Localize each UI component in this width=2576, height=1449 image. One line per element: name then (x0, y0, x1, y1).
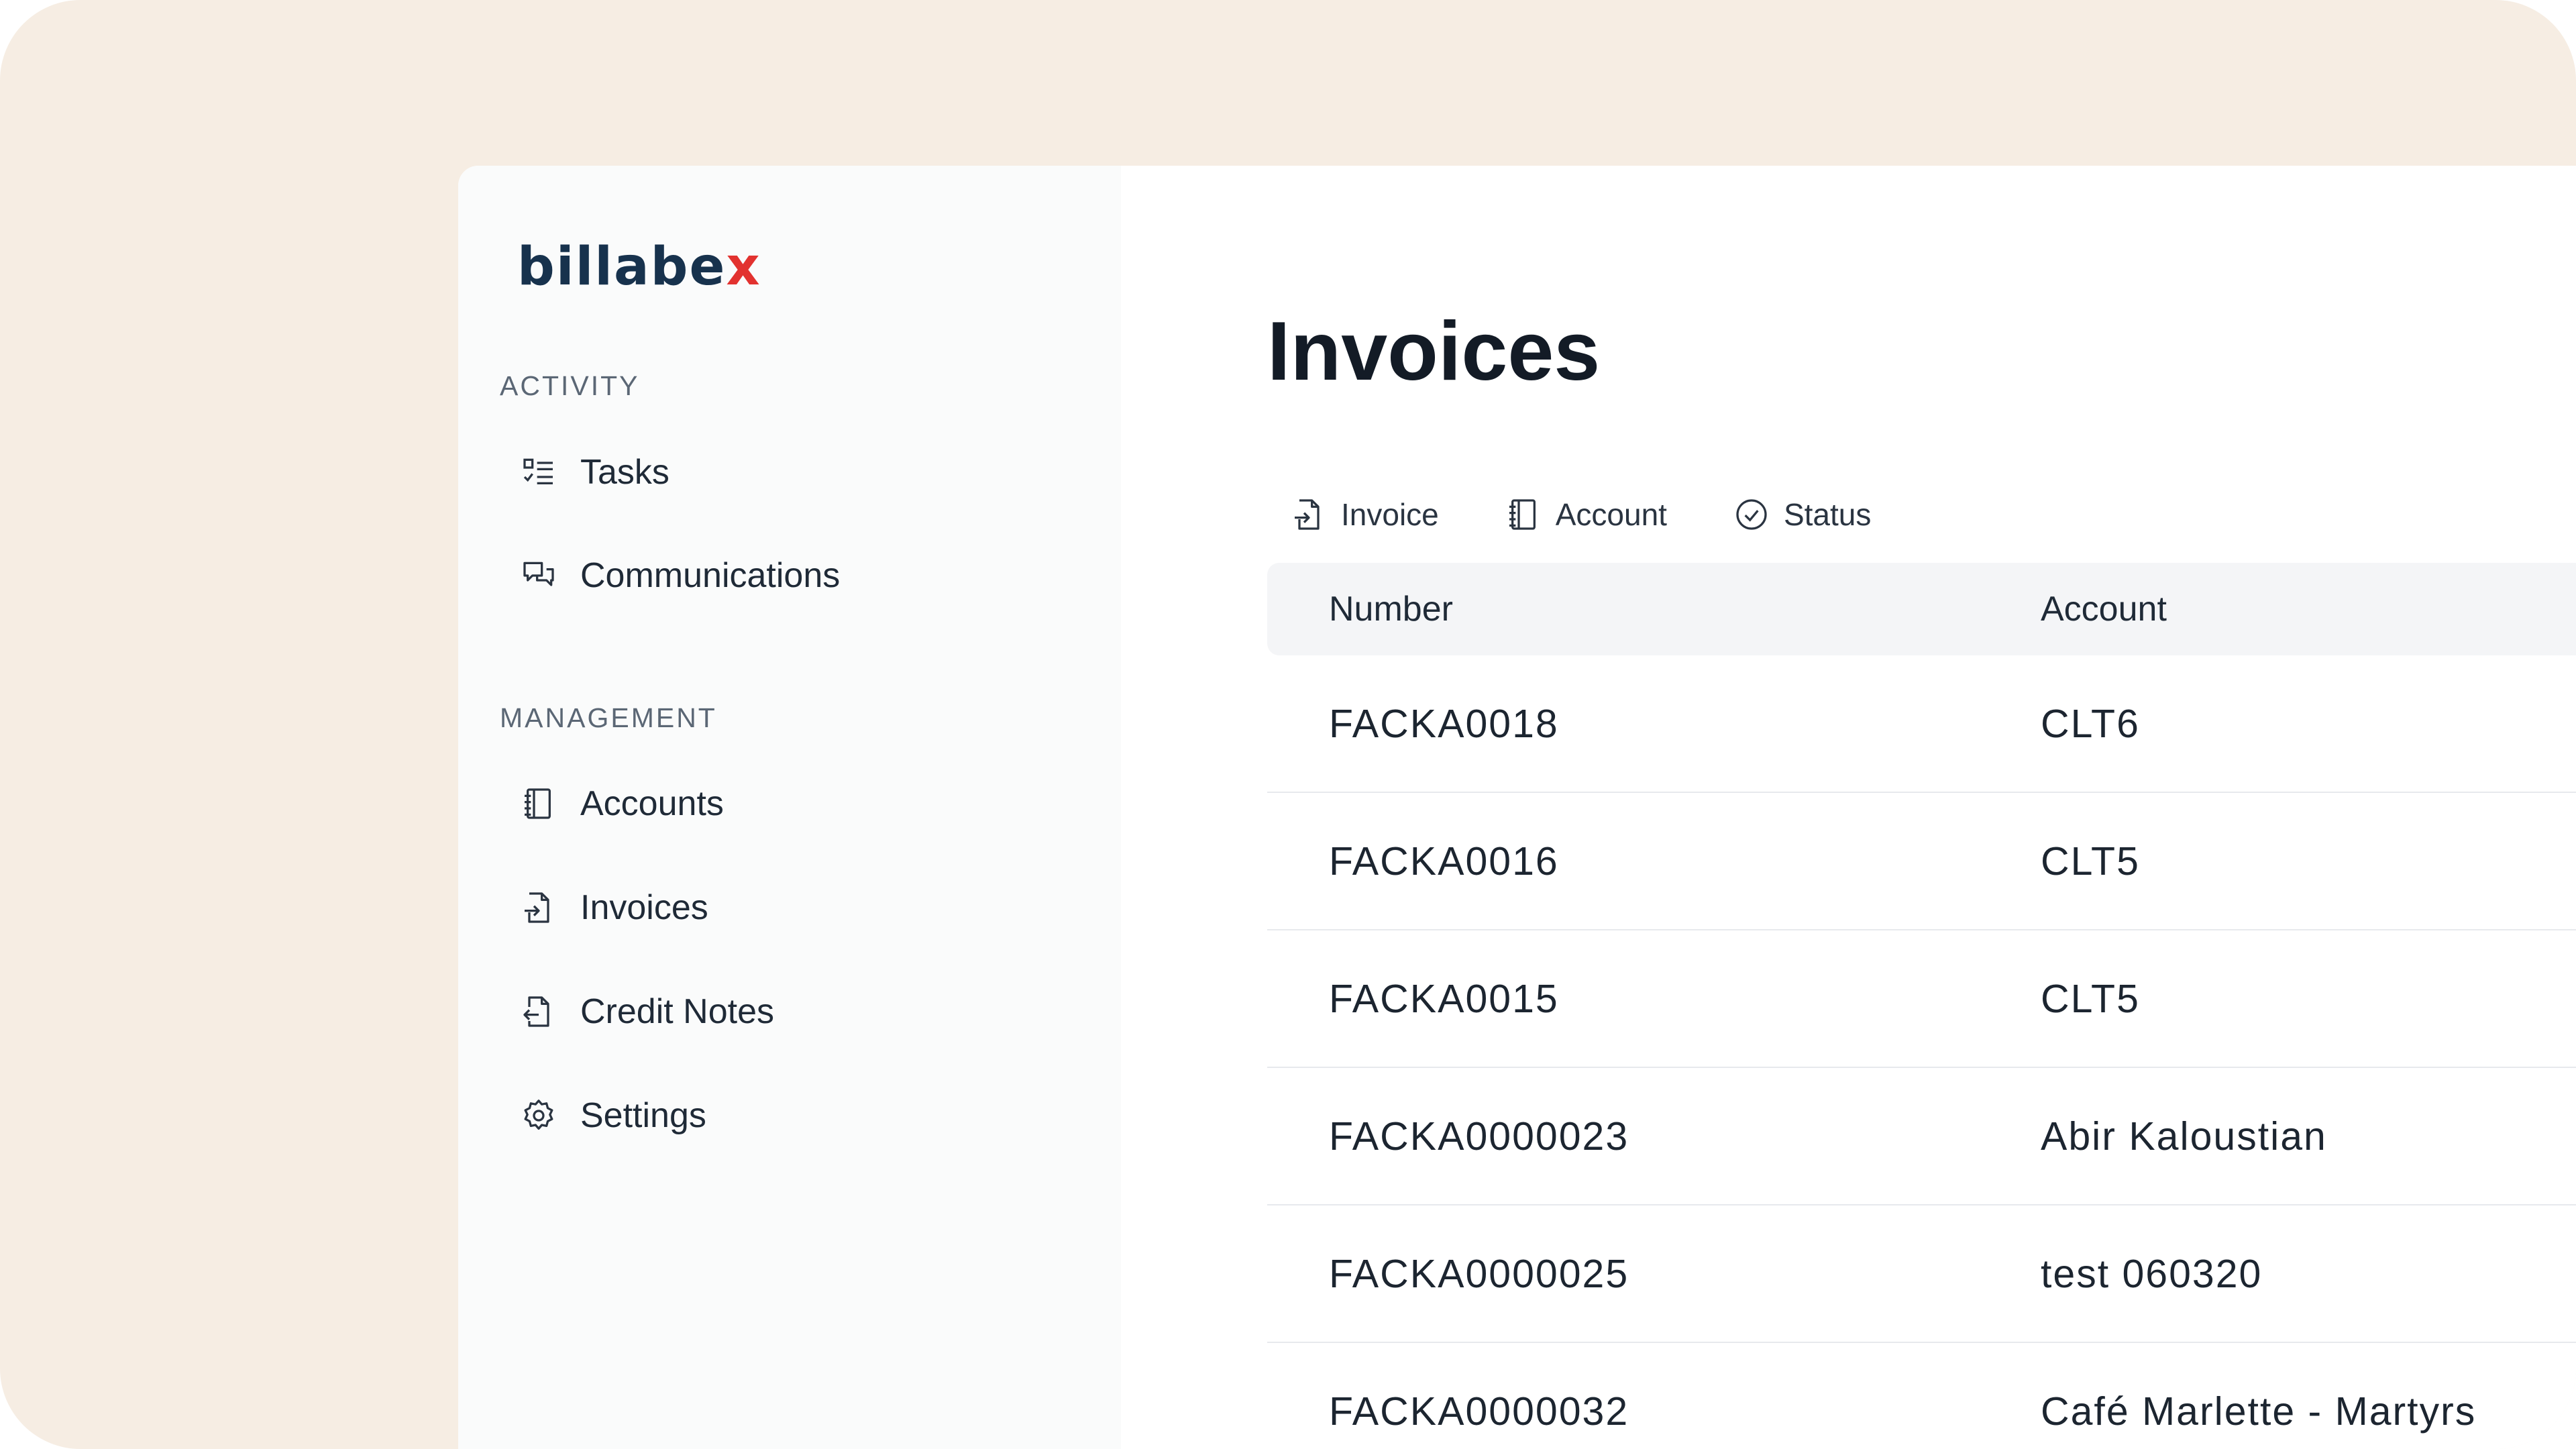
sidebar-item-label: Tasks (580, 452, 669, 492)
cell-number: FACKA0018 (1329, 701, 1559, 747)
invoices-table: Number Account FACKA0018 CLT6 FACKA0016 … (1267, 563, 2576, 1449)
cell-account: CLT6 (2041, 701, 2140, 747)
sidebar-item-tasks[interactable]: Tasks (519, 442, 669, 502)
chat-icon (519, 555, 559, 596)
sidebar-item-settings[interactable]: Settings (519, 1085, 706, 1146)
table-header: Number Account (1267, 563, 2576, 655)
cell-number: FACKA0000025 (1329, 1251, 1629, 1297)
column-header-account[interactable]: Account (2041, 589, 2167, 629)
tasks-icon (519, 452, 559, 492)
credit-note-icon (519, 991, 559, 1032)
app-window: billabex ACTIVITY Invoices Invoice (458, 166, 2576, 1449)
invoice-icon (1289, 494, 1329, 535)
billabex-logo[interactable]: billabex (517, 241, 761, 293)
filter-invoice-label: Invoice (1341, 496, 1439, 533)
page-title: Invoices (1267, 310, 1600, 393)
cell-number: FACKA0015 (1329, 976, 1559, 1022)
sidebar-item-accounts[interactable]: Accounts (519, 773, 724, 834)
cell-account: Abir Kaloustian (2041, 1114, 2327, 1159)
section-label-activity: ACTIVITY (500, 370, 640, 402)
book-icon (519, 784, 559, 824)
cell-account: Café Marlette - Martyrs (2041, 1389, 2476, 1434)
column-header-number[interactable]: Number (1329, 589, 1453, 629)
cell-number: FACKA0016 (1329, 839, 1559, 884)
filter-status-label: Status (1784, 496, 1871, 533)
sidebar-item-communications[interactable]: Communications (519, 545, 840, 606)
table-row[interactable]: FACKA0016 CLT5 (1267, 793, 2576, 930)
cell-account: CLT5 (2041, 839, 2140, 884)
gear-icon (519, 1095, 559, 1136)
cell-account: CLT5 (2041, 976, 2140, 1022)
book-icon (1503, 494, 1544, 535)
table-row[interactable]: FACKA0015 CLT5 (1267, 930, 2576, 1068)
background-frame: billabex ACTIVITY Invoices Invoice (0, 0, 2576, 1449)
filter-account[interactable]: Account (1503, 494, 1667, 535)
filter-bar: Invoice Account Status (1289, 494, 1935, 535)
sidebar-item-label: Credit Notes (580, 991, 774, 1032)
sidebar-item-invoices[interactable]: Invoices (519, 877, 708, 938)
sidebar-item-label: Accounts (580, 784, 724, 824)
invoice-icon (519, 888, 559, 928)
table-row[interactable]: FACKA0000032 Café Marlette - Martyrs (1267, 1343, 2576, 1449)
cell-number: FACKA0000032 (1329, 1389, 1629, 1434)
sidebar-item-credit-notes[interactable]: Credit Notes (519, 981, 774, 1042)
logo-main: billabe (517, 237, 726, 297)
main-content: Invoices Invoice Account (1121, 166, 2576, 1449)
cell-account: test 060320 (2041, 1251, 2262, 1297)
filter-invoice[interactable]: Invoice (1289, 494, 1439, 535)
cell-number: FACKA0000023 (1329, 1114, 1629, 1159)
filter-account-label: Account (1556, 496, 1667, 533)
sidebar-item-label: Invoices (580, 888, 708, 928)
filter-status[interactable]: Status (1731, 494, 1871, 535)
table-row[interactable]: FACKA0000023 Abir Kaloustian (1267, 1068, 2576, 1205)
sidebar-item-label: Settings (580, 1095, 706, 1136)
table-row[interactable]: FACKA0018 CLT6 (1267, 655, 2576, 793)
table-row[interactable]: FACKA0000025 test 060320 (1267, 1205, 2576, 1343)
logo-accent: x (726, 237, 761, 297)
sidebar-item-label: Communications (580, 555, 840, 596)
section-label-management: MANAGEMENT (500, 702, 717, 734)
check-circle-icon (1731, 494, 1772, 535)
